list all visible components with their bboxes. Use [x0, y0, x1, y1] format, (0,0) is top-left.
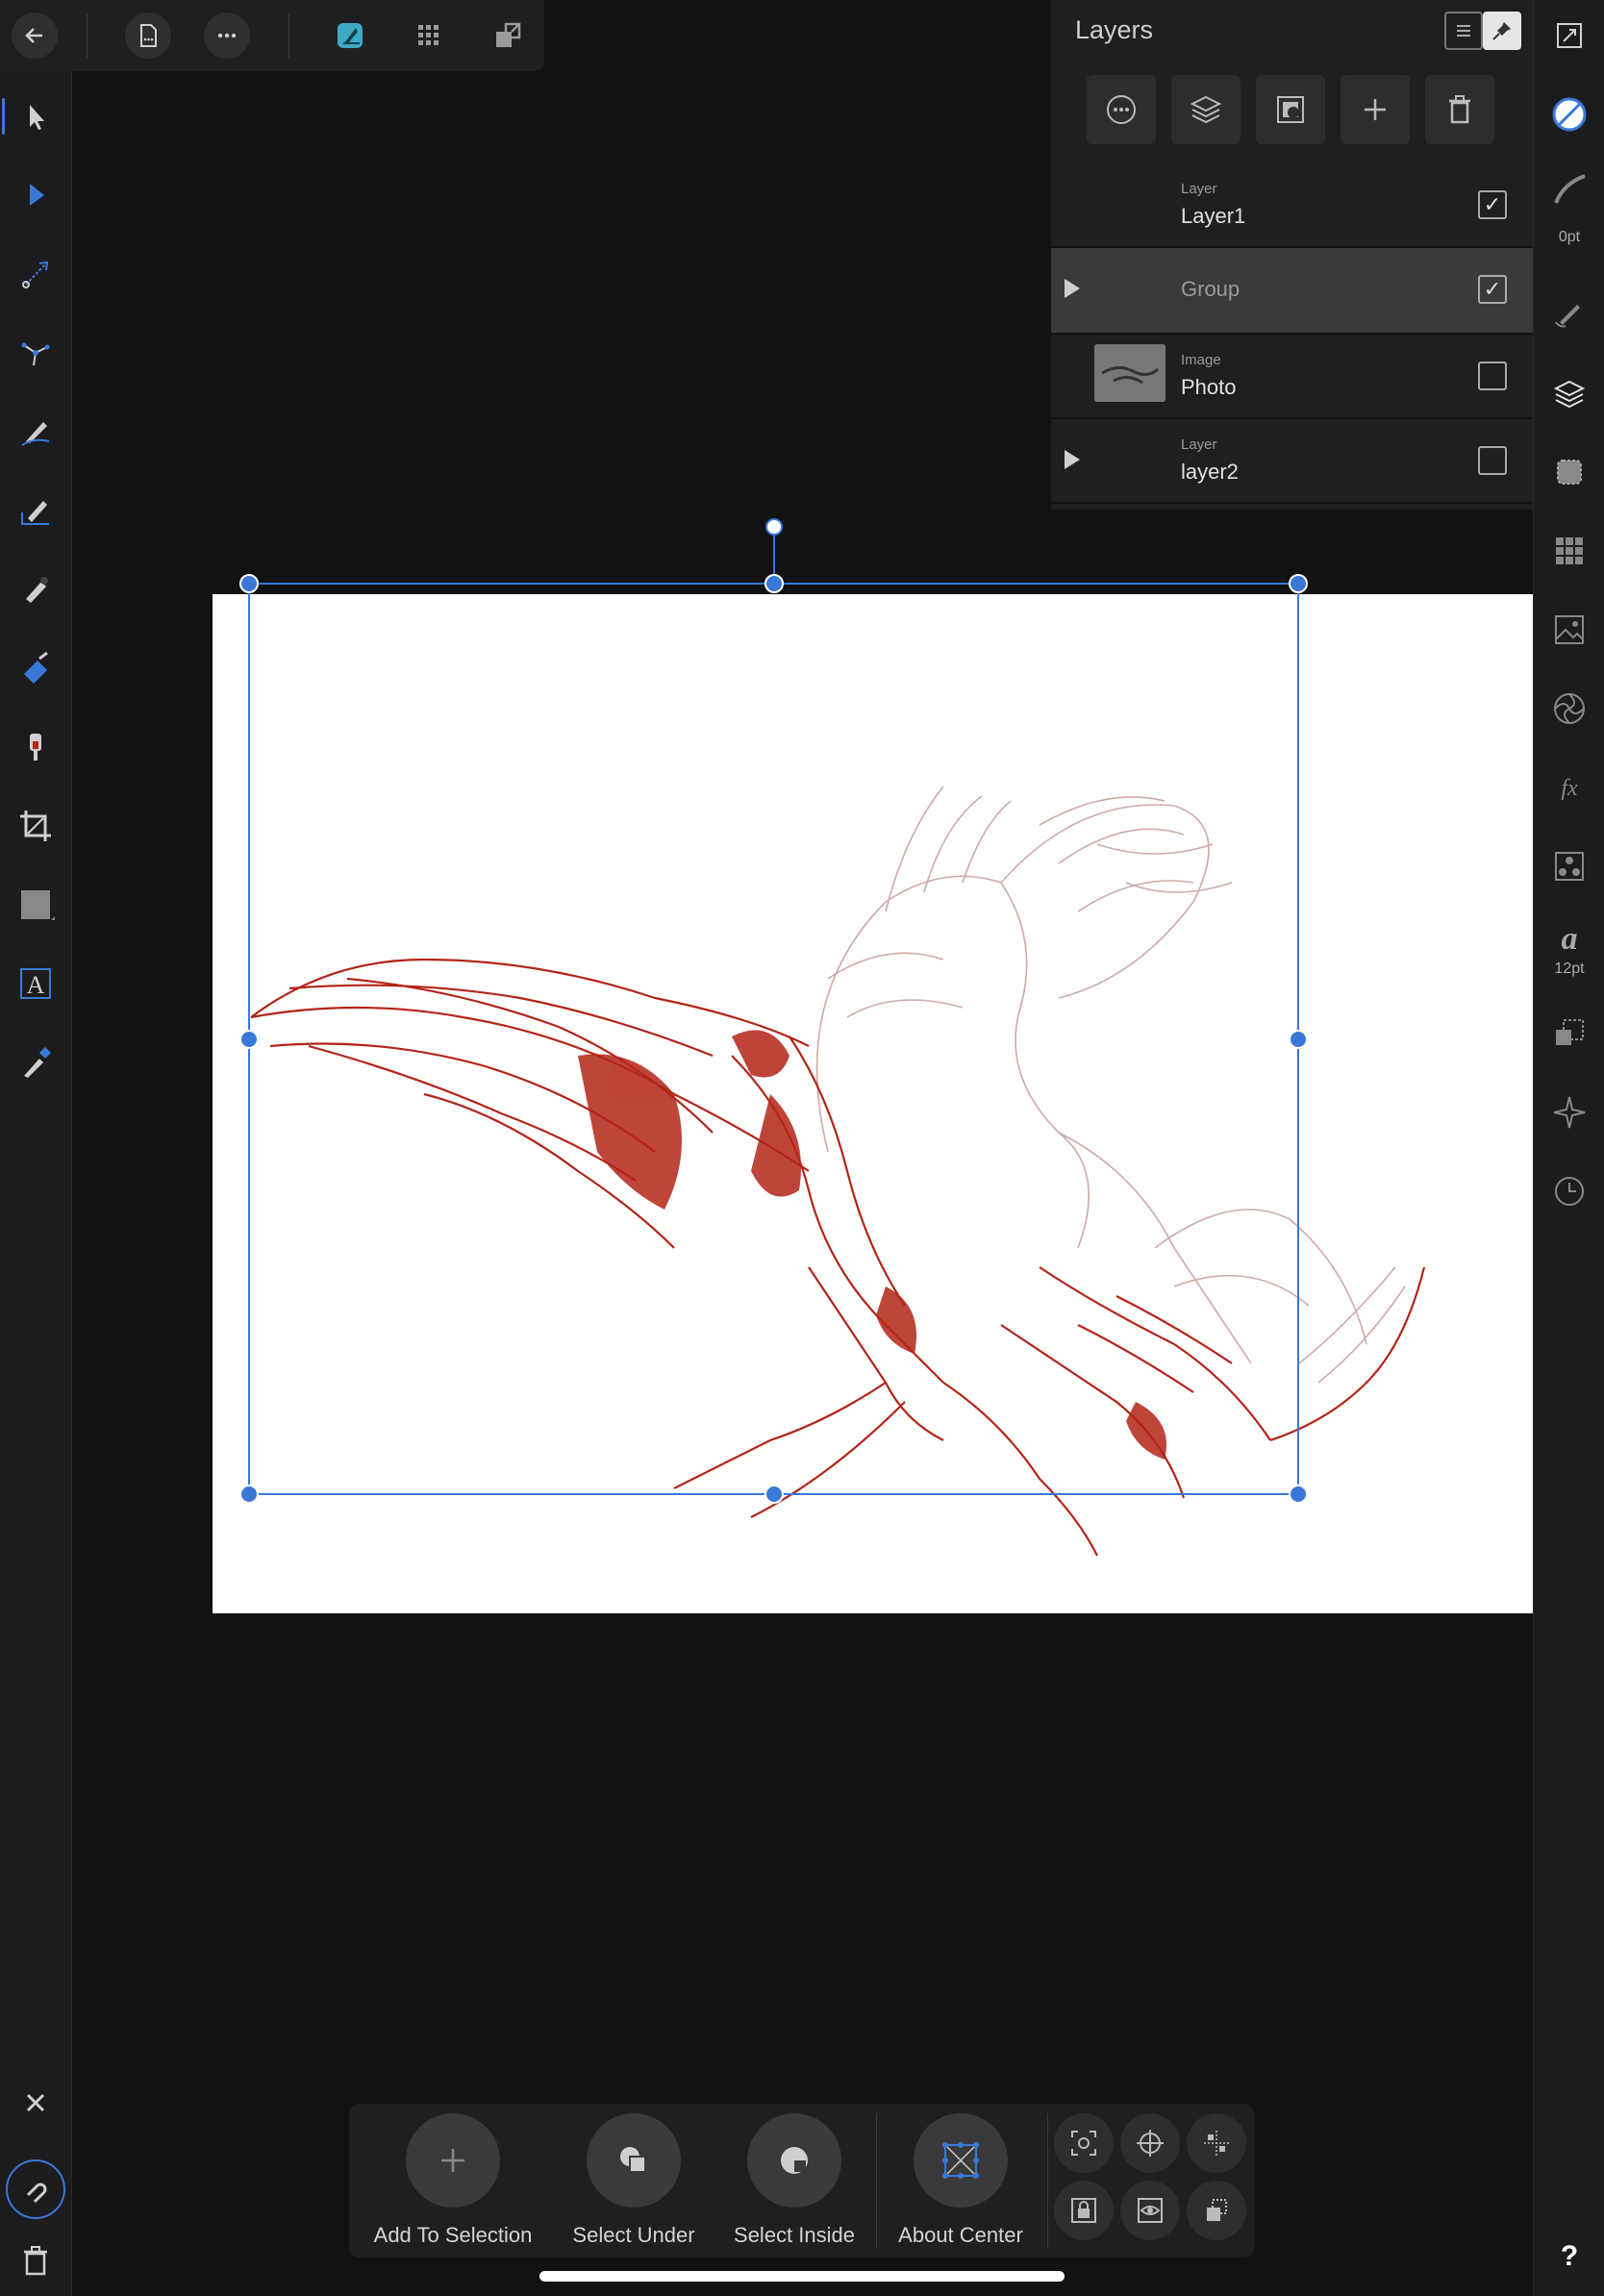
- help-label: ?: [1560, 2240, 1579, 2272]
- vector-brush-tool-icon[interactable]: [13, 567, 58, 611]
- point-transform-tool-icon[interactable]: [13, 252, 58, 296]
- svg-text:a: a: [1562, 921, 1578, 957]
- svg-text:fx: fx: [1561, 776, 1578, 801]
- layer-visibility-checkbox[interactable]: [1478, 446, 1507, 475]
- layer-thumbnail: [1094, 344, 1165, 402]
- expand-triangle-icon[interactable]: [1065, 450, 1080, 469]
- select-under-button[interactable]: [587, 2113, 681, 2208]
- pencil-tool-icon[interactable]: [13, 488, 58, 533]
- color-picker-tool-icon[interactable]: [13, 1040, 58, 1085]
- select-inside-label: Select Inside: [734, 2223, 855, 2247]
- fill-tool-icon[interactable]: [13, 646, 58, 690]
- layer-name-label: Group: [1181, 277, 1241, 301]
- layers-panel-title: Layers: [1075, 15, 1154, 44]
- add-layer-stack-icon[interactable]: [1171, 75, 1241, 144]
- layer-name-label: Photo: [1181, 375, 1237, 399]
- text-size-label: 12pt: [1554, 961, 1585, 977]
- effects-fx-icon[interactable]: fx: [1545, 763, 1593, 811]
- add-to-selection-button[interactable]: [406, 2113, 500, 2208]
- layer-options-icon[interactable]: [1087, 75, 1156, 144]
- persona-designer-icon[interactable]: [327, 12, 373, 59]
- pen-tool-icon[interactable]: [13, 410, 58, 454]
- add-to-selection-label: Add To Selection: [373, 2223, 533, 2247]
- select-inside-button[interactable]: [747, 2113, 841, 2208]
- rectangle-tool-icon[interactable]: [13, 883, 58, 927]
- layers-panel: Layers Layer Layer1 ✓ Group ✓ Image Phot…: [1051, 0, 1533, 510]
- layer-visibility-checkbox[interactable]: ✓: [1478, 275, 1507, 304]
- canvas-document[interactable]: [213, 594, 1533, 1613]
- move-tool-icon[interactable]: [2, 94, 58, 138]
- layer-row-layer1[interactable]: Layer Layer1 ✓: [1051, 163, 1533, 248]
- fullscreen-icon[interactable]: [1545, 12, 1593, 60]
- context-toolbar: Add To Selection Select Under Select Ins…: [349, 2104, 1254, 2258]
- styles-icon[interactable]: [1545, 842, 1593, 890]
- transparency-tool-icon[interactable]: [13, 725, 58, 769]
- drawing-artwork: [250, 786, 1426, 1557]
- corner-tool-icon[interactable]: [13, 331, 58, 375]
- crosshair-icon[interactable]: [1120, 2113, 1180, 2173]
- right-studio-toolbar: 0pt fx a 12pt ?: [1533, 0, 1604, 2296]
- lock-layer-icon[interactable]: [1054, 2181, 1114, 2240]
- layer-name-label: layer2: [1181, 460, 1239, 484]
- undo-icon[interactable]: [6, 2159, 65, 2219]
- layer-name-label: Layer1: [1181, 204, 1246, 228]
- arrange-icon[interactable]: [1187, 2181, 1246, 2240]
- top-bar: [0, 0, 544, 71]
- stroke-width-label: 0pt: [1558, 229, 1581, 245]
- navigator-icon[interactable]: [1545, 1088, 1593, 1136]
- resize-handle[interactable]: [1289, 574, 1308, 593]
- back-arrow-icon[interactable]: [12, 12, 58, 59]
- layers-studio-icon[interactable]: [1545, 369, 1593, 417]
- layer-row-layer2[interactable]: Layer layer2: [1051, 419, 1533, 504]
- artistic-text-tool-icon[interactable]: A: [13, 961, 58, 1006]
- about-center-button[interactable]: [914, 2113, 1008, 2208]
- select-under-label: Select Under: [572, 2223, 695, 2247]
- brushes-icon[interactable]: [1545, 288, 1593, 337]
- node-tool-icon[interactable]: [13, 173, 58, 217]
- transform-icon[interactable]: [1545, 1010, 1593, 1058]
- more-icon[interactable]: [204, 12, 250, 59]
- layer-row-photo[interactable]: Image Photo: [1051, 335, 1533, 419]
- svg-text:A: A: [27, 971, 45, 999]
- stroke-icon[interactable]: [1545, 165, 1593, 213]
- layer-row-group[interactable]: Group ✓: [1051, 248, 1533, 335]
- left-toolbar: A: [0, 0, 72, 2296]
- home-indicator: [539, 2271, 1065, 2282]
- mask-layer-icon[interactable]: [1256, 75, 1325, 144]
- swatches-icon[interactable]: [1545, 527, 1593, 575]
- delete-layer-icon[interactable]: [1425, 75, 1494, 144]
- layer-type-label: Image: [1181, 352, 1221, 368]
- text-style-icon[interactable]: a: [1545, 913, 1593, 961]
- expand-triangle-icon[interactable]: [1065, 279, 1080, 298]
- help-button[interactable]: ?: [1545, 2233, 1593, 2281]
- distribute-icon[interactable]: [1187, 2113, 1246, 2173]
- layer-visibility-checkbox[interactable]: ✓: [1478, 190, 1507, 219]
- pin-panel-icon[interactable]: [1483, 12, 1521, 50]
- close-icon[interactable]: [13, 2081, 58, 2125]
- rotation-handle[interactable]: [765, 518, 783, 536]
- trash-icon[interactable]: [13, 2238, 58, 2283]
- crop-tool-icon[interactable]: [13, 804, 58, 848]
- panel-menu-icon[interactable]: [1444, 12, 1483, 50]
- resize-handle[interactable]: [764, 574, 784, 593]
- resize-handle[interactable]: [239, 574, 259, 593]
- history-icon[interactable]: [1545, 1167, 1593, 1215]
- export-persona-icon[interactable]: [485, 12, 531, 59]
- assets-image-icon[interactable]: [1545, 606, 1593, 654]
- about-center-label: About Center: [898, 2223, 1023, 2247]
- layer-type-label: Layer: [1181, 437, 1217, 453]
- pixel-persona-icon[interactable]: [406, 12, 452, 59]
- color-swatch-icon[interactable]: [1545, 90, 1593, 138]
- appearance-icon[interactable]: [1545, 448, 1593, 496]
- color-wheel-icon[interactable]: [1545, 685, 1593, 733]
- layer-visibility-checkbox[interactable]: [1478, 362, 1507, 390]
- layer-type-label: Layer: [1181, 181, 1217, 197]
- visibility-eye-icon[interactable]: [1120, 2181, 1180, 2240]
- add-layer-icon[interactable]: [1341, 75, 1410, 144]
- document-icon[interactable]: [125, 12, 171, 59]
- zoom-to-selection-icon[interactable]: [1054, 2113, 1114, 2173]
